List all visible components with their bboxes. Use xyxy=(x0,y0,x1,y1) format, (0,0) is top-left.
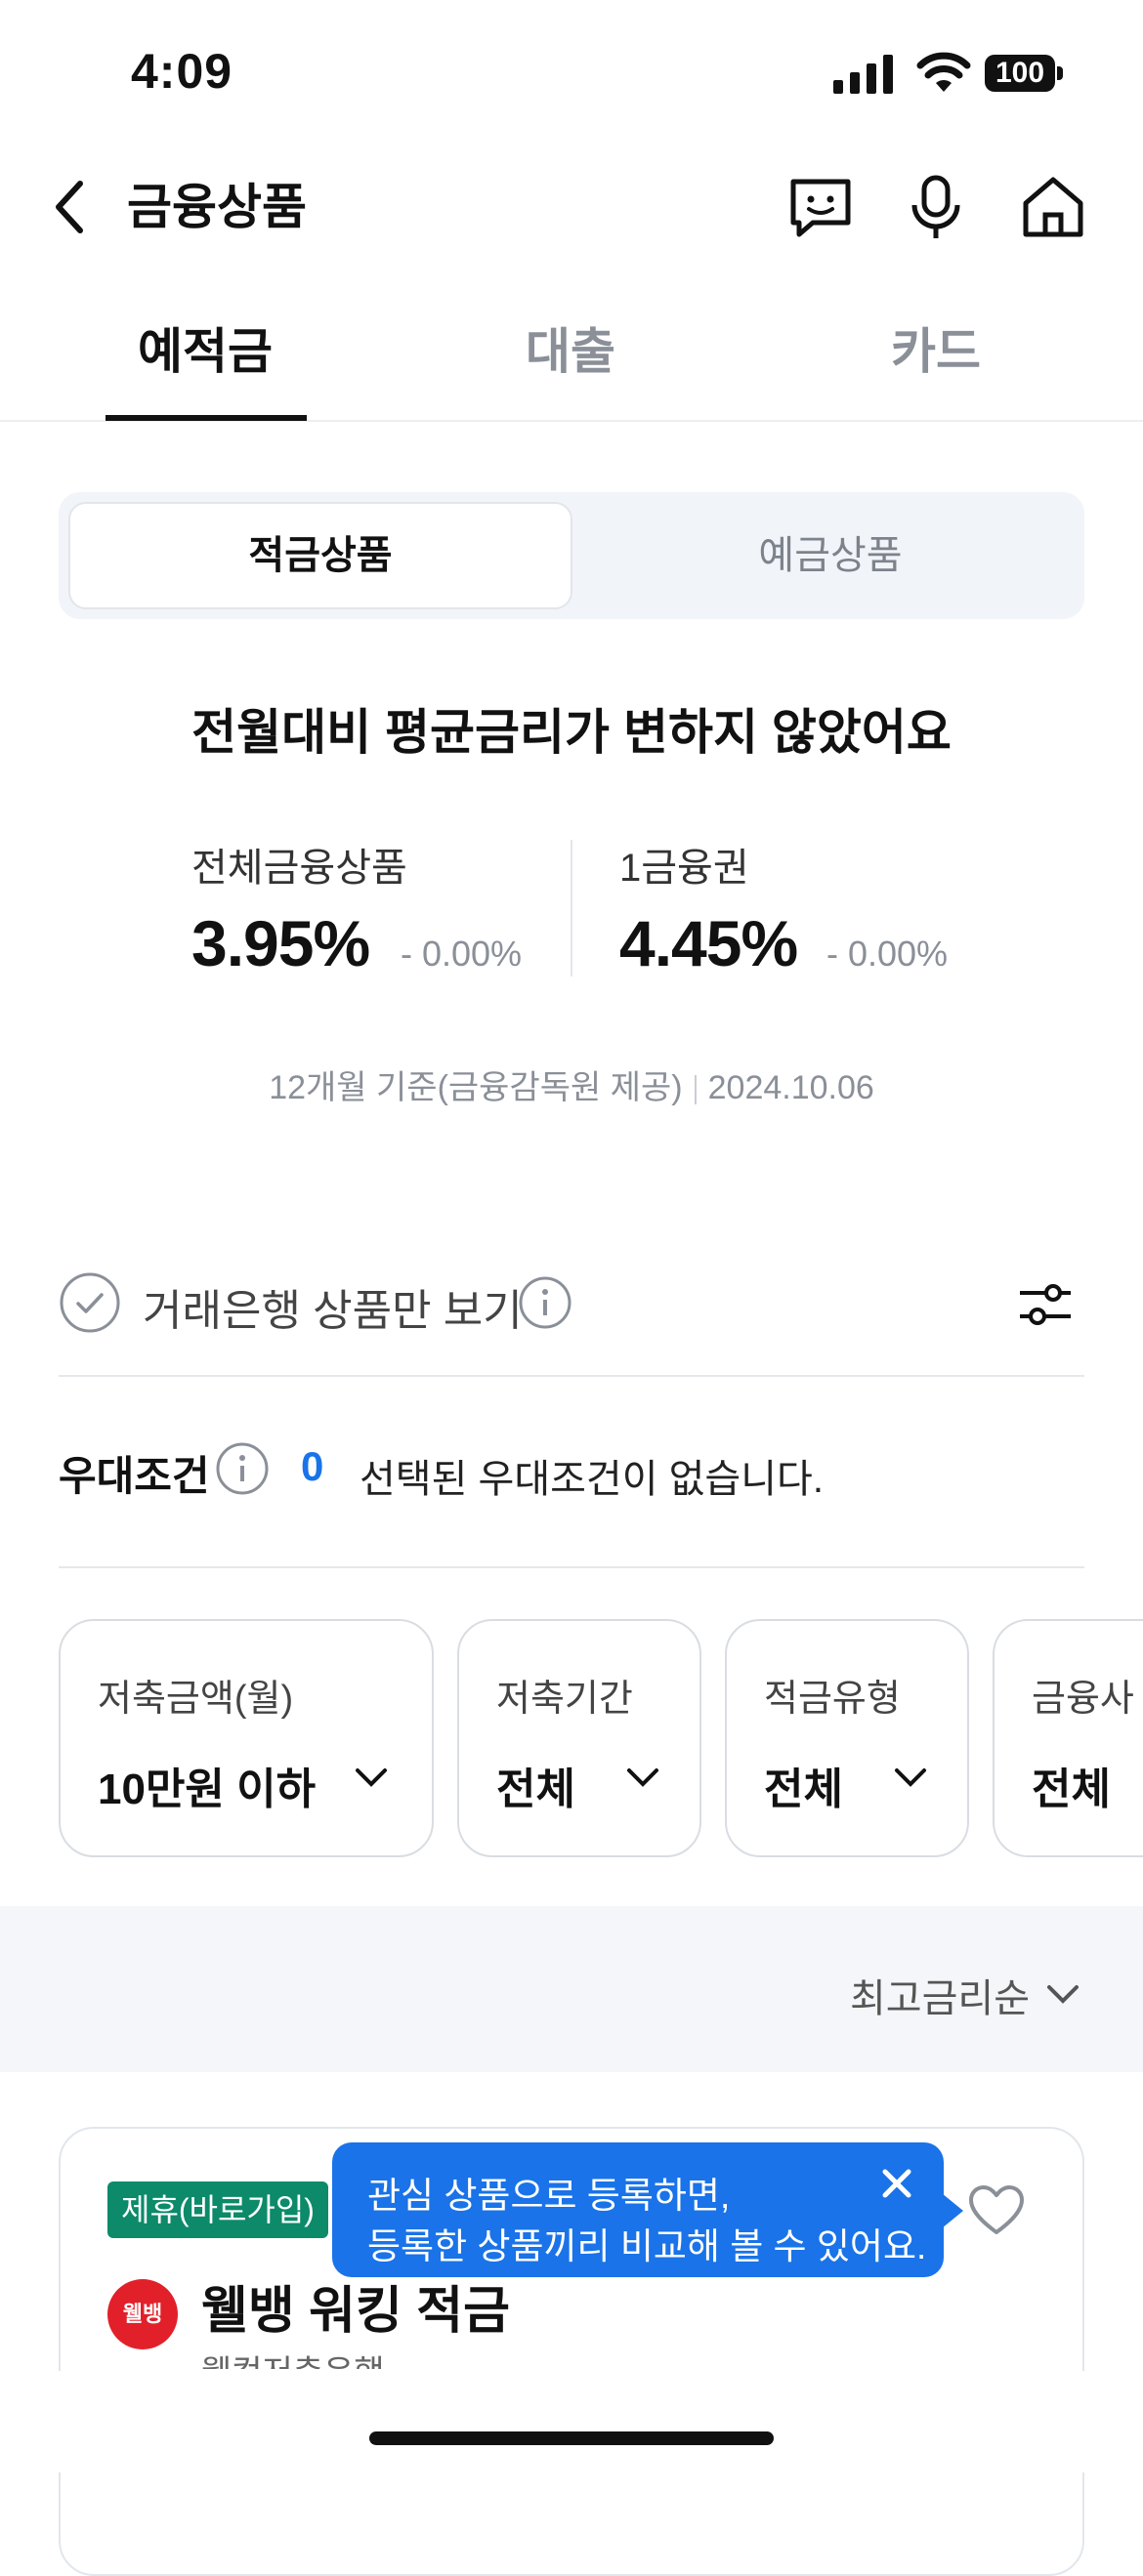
all-products-label: 전체금융상품 xyxy=(191,847,407,890)
preferential-conditions-label: 우대조건 xyxy=(59,1453,210,1499)
tier1-rate: 4.45% xyxy=(619,907,798,979)
tier1-label: 1금융권 xyxy=(619,847,749,890)
divider xyxy=(59,1375,1084,1377)
rate-headline: 전월대비 평균금리가 변하지 않았어요 xyxy=(191,705,952,760)
rate-separator xyxy=(571,840,572,976)
status-time: 4:09 xyxy=(131,44,233,99)
battery-icon: 100 xyxy=(985,55,1063,94)
segment-installment-savings[interactable]: 적금상품 xyxy=(68,502,572,609)
rate-basis: 12개월 기준(금융감독원 제공) 2024.10.06 xyxy=(0,1060,1143,1108)
conditions-info-icon[interactable] xyxy=(215,1441,270,1496)
product-name[interactable]: 웰뱅 워킹 적금 xyxy=(201,2269,510,2343)
basis-date: 2024.10.06 xyxy=(707,1069,874,1106)
tooltip-line2: 등록한 상품끼리 비교해 볼 수 있어요. xyxy=(367,2226,927,2266)
segment-deposits[interactable]: 예금상품 xyxy=(586,502,1075,609)
back-arrow-icon[interactable] xyxy=(47,176,94,238)
signal-icon xyxy=(833,55,893,94)
bank-logo: 웰뱅 xyxy=(107,2279,178,2349)
chip-value: 전체 xyxy=(1032,1766,1111,1813)
sort-dropdown[interactable]: 최고금리순 xyxy=(850,1967,1030,2023)
page-title: 금융상품 xyxy=(127,180,307,234)
chat-bot-icon[interactable] xyxy=(785,172,856,242)
basis-text: 12개월 기준(금융감독원 제공) xyxy=(269,1069,683,1106)
home-indicator xyxy=(369,2431,774,2445)
info-icon[interactable] xyxy=(518,1275,572,1330)
tab-savings-deposits[interactable]: 예적금 xyxy=(98,312,313,383)
filter-sliders-icon[interactable] xyxy=(1016,1279,1075,1330)
chip-label: 저축기간 xyxy=(496,1679,633,1720)
chip-financial-company[interactable]: 금융사 전체 xyxy=(993,1619,1143,1857)
heart-icon[interactable] xyxy=(967,2183,1026,2238)
favorite-tooltip: 관심 상품으로 등록하면, 등록한 상품끼리 비교해 볼 수 있어요. xyxy=(332,2142,944,2277)
tab-loans[interactable]: 대출 xyxy=(463,312,678,383)
check-circle-icon[interactable] xyxy=(59,1271,121,1334)
battery-level: 100 xyxy=(985,55,1055,92)
chip-value: 전체 xyxy=(496,1766,575,1813)
chip-monthly-amount[interactable]: 저축금액(월) 10만원 이하 xyxy=(59,1619,434,1857)
chip-label: 금융사 xyxy=(1032,1679,1134,1720)
tooltip-line1: 관심 상품으로 등록하면, xyxy=(367,2176,731,2216)
tier1-diff: - 0.00% xyxy=(826,934,949,974)
conditions-text[interactable]: 선택된 우대조건이 없습니다. xyxy=(360,1447,824,1504)
chevron-down-icon xyxy=(895,1768,926,1787)
conditions-count: 0 xyxy=(301,1443,324,1489)
divider xyxy=(59,1566,1084,1568)
bank-name: 웰컴저축은행 xyxy=(201,2346,385,2369)
wifi-icon xyxy=(916,52,971,92)
bottom-safe-area xyxy=(0,2371,1143,2472)
only-my-bank-toggle[interactable]: 거래은행 상품만 보기 xyxy=(143,1275,523,1338)
home-icon[interactable] xyxy=(1018,172,1088,242)
all-products-rate: 3.95% xyxy=(191,907,370,979)
tooltip-arrow xyxy=(942,2193,963,2228)
all-products-diff: - 0.00% xyxy=(401,934,523,974)
partner-badge: 제휴(바로가입) xyxy=(107,2181,328,2238)
chip-label: 저축금액(월) xyxy=(98,1679,294,1720)
microphone-icon[interactable] xyxy=(901,172,971,242)
chevron-down-icon xyxy=(627,1768,658,1787)
chip-savings-period[interactable]: 저축기간 전체 xyxy=(457,1619,701,1857)
chip-value: 10만원 이하 xyxy=(98,1766,317,1813)
chip-value: 전체 xyxy=(764,1766,843,1813)
chip-savings-type[interactable]: 적금유형 전체 xyxy=(725,1619,969,1857)
close-icon[interactable] xyxy=(877,2164,916,2203)
tab-cards[interactable]: 카드 xyxy=(828,312,1043,383)
tab-indicator xyxy=(106,415,307,421)
chevron-down-icon[interactable] xyxy=(1043,1974,1082,2014)
chip-label: 적금유형 xyxy=(764,1679,901,1720)
chevron-down-icon xyxy=(356,1768,387,1787)
